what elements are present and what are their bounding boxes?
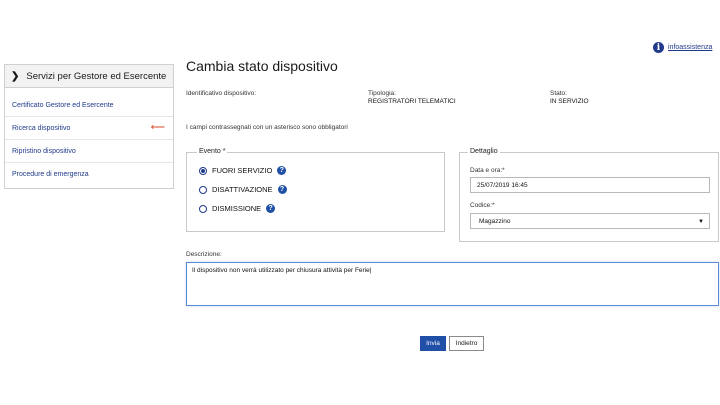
evento-fieldset: Evento * FUORI SERVIZIO ? DISATTIVAZIONE… xyxy=(186,148,445,232)
dettaglio-legend: Dettaglio xyxy=(468,148,500,155)
codice-value: Magazzino xyxy=(479,217,511,225)
info-icon: i xyxy=(653,42,664,53)
stato-field: Stato: IN SERVIZIO xyxy=(550,90,589,105)
arrow-left-icon: ⟵ xyxy=(150,122,165,133)
radio-dismissione[interactable]: DISMISSIONE ? xyxy=(199,204,276,213)
radio-button-checked[interactable] xyxy=(199,166,207,175)
sidebar-item-ripristino[interactable]: Ripristino dispositivo xyxy=(5,140,173,163)
stato-label: Stato: xyxy=(550,90,567,97)
radio-disattivazione[interactable]: DISATTIVAZIONE ? xyxy=(199,185,287,194)
page-title: Cambia stato dispositivo xyxy=(186,58,338,74)
radio-label: DISMISSIONE xyxy=(212,204,262,213)
help-icon[interactable]: ? xyxy=(266,204,276,213)
required-note: I campi contrassegnati con un asterisco … xyxy=(186,124,348,131)
codice-select[interactable]: Magazzino ▼ xyxy=(470,213,710,229)
data-ora-input[interactable]: 25/07/2019 16:45 xyxy=(470,177,710,193)
info-assistenza-link[interactable]: i infoassistenza xyxy=(653,42,712,53)
info-link-text[interactable]: infoassistenza xyxy=(668,44,712,51)
invia-button[interactable]: Invia xyxy=(420,336,446,351)
tipologia-label: Tipologia: xyxy=(368,90,396,97)
indietro-button[interactable]: Indietro xyxy=(449,336,484,351)
tipologia-value: REGISTRATORI TELEMATICI xyxy=(368,98,456,105)
radio-label: FUORI SERVIZIO xyxy=(212,166,273,175)
radio-label: DISATTIVAZIONE xyxy=(212,185,273,194)
sidebar-title: Servizi per Gestore ed Esercente xyxy=(26,70,167,82)
dropdown-arrow-icon: ▼ xyxy=(698,219,704,225)
sidebar-item-label: Procedure di emergenza xyxy=(12,170,89,178)
radio-button[interactable] xyxy=(199,204,207,213)
radio-button[interactable] xyxy=(199,185,207,194)
radio-fuori-servizio[interactable]: FUORI SERVIZIO ? xyxy=(199,166,287,175)
sidebar: ❯ Servizi per Gestore ed Esercente Certi… xyxy=(4,64,174,189)
help-icon[interactable]: ? xyxy=(277,166,287,175)
sidebar-item-ricerca[interactable]: Ricerca dispositivo ⟵ xyxy=(5,117,173,140)
sidebar-item-label: Certificato Gestore ed Esercente xyxy=(12,101,114,109)
descrizione-label: Descrizione: xyxy=(186,251,222,258)
help-icon[interactable]: ? xyxy=(277,185,287,194)
descrizione-value: Il dispositivo non verrà utilizzato per … xyxy=(192,267,372,274)
dettaglio-fieldset: Dettaglio Data e ora:* 25/07/2019 16:45 … xyxy=(459,148,719,242)
evento-legend: Evento * xyxy=(197,148,228,155)
sidebar-item-label: Ripristino dispositivo xyxy=(12,147,76,155)
stato-value: IN SERVIZIO xyxy=(550,98,589,105)
sidebar-item-procedure[interactable]: Procedure di emergenza xyxy=(5,163,173,185)
codice-label: Codice:* xyxy=(470,202,495,209)
identificativo-field: Identificativo dispositivo: xyxy=(186,90,256,97)
sidebar-item-label: Ricerca dispositivo xyxy=(12,124,71,132)
tipologia-field: Tipologia: REGISTRATORI TELEMATICI xyxy=(368,90,456,105)
data-ora-label: Data e ora:* xyxy=(470,167,505,174)
identificativo-label: Identificativo dispositivo: xyxy=(186,90,257,97)
sidebar-item-certificato[interactable]: Certificato Gestore ed Esercente xyxy=(5,94,173,117)
data-ora-value: 25/07/2019 16:45 xyxy=(477,181,528,189)
chevron-right-icon: ❯ xyxy=(11,70,20,82)
sidebar-header[interactable]: ❯ Servizi per Gestore ed Esercente xyxy=(5,65,173,88)
descrizione-textarea[interactable]: Il dispositivo non verrà utilizzato per … xyxy=(186,262,719,306)
